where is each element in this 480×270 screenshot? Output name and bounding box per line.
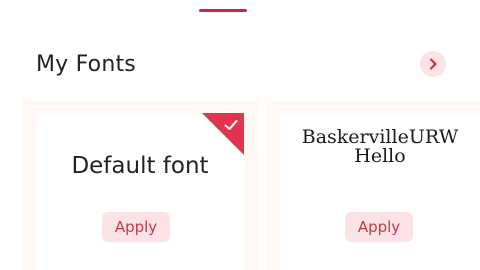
section-title: My Fonts <box>36 52 136 77</box>
font-card-baskerville[interactable]: BaskervilleURW Hello Apply <box>280 113 480 270</box>
more-fonts-button[interactable] <box>420 51 446 77</box>
font-selection-screen: My Fonts Default font Apply BaskervilleU… <box>0 0 480 270</box>
active-tab-indicator <box>199 9 247 12</box>
font-sample: Hello <box>354 145 406 167</box>
apply-button[interactable]: Apply <box>345 212 413 242</box>
font-preview-text: BaskervilleURW Hello <box>280 128 480 166</box>
chevron-right-icon <box>430 58 437 70</box>
font-preview-text: Default font <box>71 153 209 179</box>
check-icon <box>224 120 238 130</box>
apply-button[interactable]: Apply <box>102 212 170 242</box>
font-card-default[interactable]: Default font Apply <box>36 113 244 270</box>
